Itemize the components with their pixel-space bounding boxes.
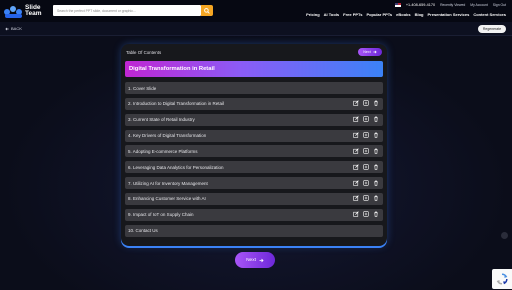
toc-row[interactable]: 6. Leveraging Data Analytics for Persona… [125, 161, 383, 174]
row-actions [353, 211, 379, 217]
toc-row-label: 6. Leveraging Data Analytics for Persona… [128, 164, 224, 170]
delete-icon[interactable] [373, 116, 379, 122]
toc-row-label: 10. Contact Us [128, 228, 158, 234]
back-button[interactable]: BACK [5, 26, 22, 31]
toc-row-label: 9. Impact of IoT on Supply Chain [128, 212, 194, 218]
recaptcha-badge[interactable] [492, 269, 512, 289]
edit-icon[interactable] [353, 179, 359, 186]
toc-row[interactable]: 4. Key Drivers of Digital Transformation [125, 129, 383, 142]
toc-list: 1. Cover Slide 2. Introduction to Digital… [125, 82, 383, 240]
toc-row[interactable]: 8. Enhancing Customer Service with AI [125, 192, 383, 205]
toc-row[interactable]: 2. Introduction to Digital Transformatio… [125, 97, 383, 110]
utility-bar: +1-408-659-4170 Recently Viewed My Accou… [394, 3, 506, 7]
delete-icon[interactable] [373, 132, 379, 138]
add-slide-icon[interactable] [363, 195, 369, 202]
toc-card: Table Of Contents Next Digital Transform… [121, 44, 387, 246]
scroll-indicator[interactable] [501, 232, 508, 239]
delete-icon[interactable] [373, 164, 379, 170]
row-actions [353, 164, 379, 170]
toc-row-label: 4. Key Drivers of Digital Transformation [128, 133, 207, 139]
nav-ai-tools[interactable]: AI Tools [324, 12, 339, 17]
arrow-left-icon [5, 27, 9, 30]
toc-row[interactable]: 3. Current State of Retail Industry [125, 113, 383, 126]
add-slide-icon[interactable] [363, 100, 369, 107]
row-actions [353, 179, 379, 186]
toc-row-label: 7. Utilizing AI for Inventory Management [128, 180, 208, 186]
nav-content-services[interactable]: Content Services [473, 12, 506, 17]
row-actions [353, 132, 379, 138]
row-actions [353, 195, 379, 202]
nav-pricing[interactable]: Pricing [306, 12, 320, 17]
my-account-link[interactable]: My Account [470, 3, 488, 7]
toc-row-label: 3. Current State of Retail Industry [128, 117, 195, 123]
delete-icon[interactable] [373, 100, 379, 107]
nav-ebooks[interactable]: eBooks [396, 12, 410, 17]
add-slide-icon[interactable] [363, 179, 369, 186]
next-button-small[interactable]: Next [358, 48, 382, 56]
add-slide-icon[interactable] [363, 116, 369, 122]
search-input[interactable]: Search the perfect PPT slide, document o… [53, 5, 201, 16]
delete-icon[interactable] [373, 211, 379, 217]
row-actions [353, 116, 379, 122]
next-button[interactable]: Next [235, 252, 275, 268]
nav-popular-ppts[interactable]: Popular PPTs [366, 12, 392, 17]
toc-row-label: 5. Adopting E-commerce Platforms [128, 148, 198, 154]
nav-presentation-services[interactable]: Presentation Services [428, 12, 470, 17]
phone-number[interactable]: +1-408-659-4170 [406, 3, 435, 7]
next-label: Next [246, 257, 256, 263]
add-slide-icon[interactable] [363, 132, 369, 138]
sign-out-link[interactable]: Sign Out [493, 3, 506, 7]
search-button[interactable] [201, 5, 213, 16]
recently-viewed-link[interactable]: Recently Viewed [440, 3, 465, 7]
nav-blog[interactable]: Blog [415, 12, 424, 17]
toc-row[interactable]: 5. Adopting E-commerce Platforms [125, 145, 383, 158]
search-icon [204, 7, 210, 14]
logo-icon [4, 4, 23, 19]
site-header: Slide Team Search the perfect PPT slide,… [0, 0, 512, 22]
toc-row-label: 2. Introduction to Digital Transformatio… [128, 101, 225, 107]
add-slide-icon[interactable] [363, 148, 369, 154]
toc-row[interactable]: 7. Utilizing AI for Inventory Management [125, 177, 383, 190]
recaptcha-icon [496, 273, 508, 285]
add-slide-icon[interactable] [363, 211, 369, 217]
add-slide-icon[interactable] [363, 164, 369, 170]
edit-icon[interactable] [353, 116, 359, 122]
logo-line2: Team [25, 10, 42, 17]
us-flag-icon[interactable] [394, 3, 401, 7]
edit-icon[interactable] [353, 100, 359, 107]
row-actions [353, 148, 379, 154]
nav-free-ppts[interactable]: Free PPTs [343, 12, 362, 17]
slideteam-logo[interactable]: Slide Team [4, 3, 48, 19]
toc-row[interactable]: 1. Cover Slide [125, 82, 383, 94]
toc-row-label: 8. Enhancing Customer Service with AI [128, 196, 206, 202]
edit-icon[interactable] [353, 195, 359, 202]
toc-title: Table Of Contents [126, 50, 162, 55]
delete-icon[interactable] [373, 148, 379, 154]
edit-icon[interactable] [353, 211, 359, 217]
toc-row-label: 1. Cover Slide [128, 85, 157, 91]
delete-icon[interactable] [373, 180, 379, 186]
arrow-right-icon [373, 50, 377, 54]
toc-row[interactable]: 9. Impact of IoT on Supply Chain [125, 208, 383, 221]
delete-icon[interactable] [373, 195, 379, 202]
back-label: BACK [11, 26, 22, 31]
edit-icon[interactable] [353, 148, 359, 154]
main-nav: Pricing AI Tools Free PPTs Popular PPTs … [306, 12, 506, 17]
regenerate-button[interactable]: Regenerate [478, 25, 506, 33]
toc-row[interactable]: 10. Contact Us [125, 224, 383, 237]
arrow-right-icon [259, 258, 264, 262]
presentation-title-banner: Digital Transformation in Retail [125, 61, 383, 77]
sub-toolbar: BACK Regenerate [0, 22, 512, 36]
next-small-label: Next [363, 50, 371, 54]
edit-icon[interactable] [353, 132, 359, 138]
row-actions [353, 100, 379, 107]
edit-icon[interactable] [353, 164, 359, 170]
